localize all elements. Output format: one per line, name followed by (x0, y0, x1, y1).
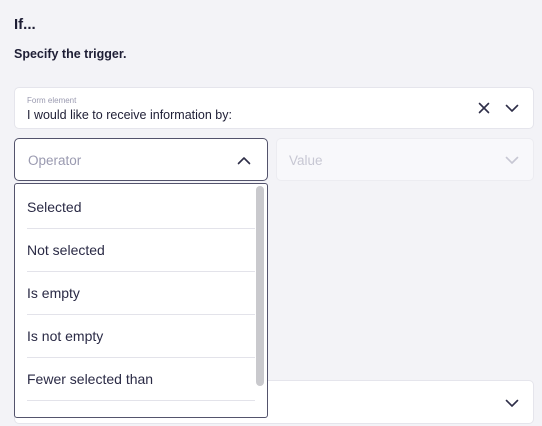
option-not-selected[interactable]: Not selected (27, 229, 255, 272)
option-fewer-selected-than[interactable]: Fewer selected than (27, 358, 255, 401)
section-heading: If... (14, 16, 36, 33)
dropdown-scrollbar[interactable] (256, 186, 264, 386)
chevron-down-icon[interactable] (503, 151, 521, 169)
operator-placeholder: Operator (28, 153, 82, 168)
chevron-down-icon[interactable] (503, 99, 521, 117)
chevron-down-icon[interactable] (503, 394, 521, 412)
value-placeholder: Value (289, 153, 323, 168)
value-select[interactable]: Value (276, 138, 534, 181)
operator-dropdown-list[interactable]: Selected Not selected Is empty Is not em… (14, 183, 268, 418)
option-more-selected-than[interactable]: More selected than (27, 401, 255, 417)
operator-select[interactable]: Operator (14, 138, 268, 181)
chevron-up-icon[interactable] (235, 151, 253, 169)
form-element-select[interactable]: Form element I would like to receive inf… (14, 87, 534, 129)
form-element-value: I would like to receive information by: (27, 108, 232, 122)
option-is-empty[interactable]: Is empty (27, 272, 255, 315)
option-selected[interactable]: Selected (27, 186, 255, 229)
form-element-label: Form element (27, 96, 77, 105)
option-is-not-empty[interactable]: Is not empty (27, 315, 255, 358)
section-subheading: Specify the trigger. (14, 47, 127, 61)
close-icon[interactable] (475, 99, 493, 117)
